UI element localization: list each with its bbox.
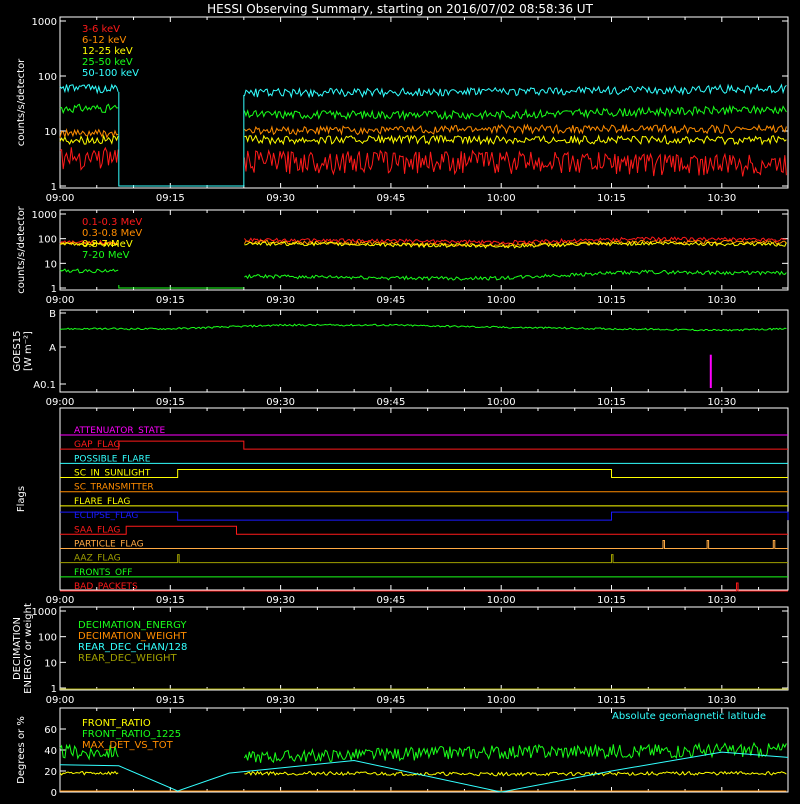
flag-label: BAD_PACKETS <box>74 582 138 592</box>
y-tick-label: 60 <box>44 725 57 736</box>
x-tick-label: 10:15 <box>597 397 626 408</box>
flag-label: SC_TRANSMITTER <box>74 483 154 493</box>
flag-label: FRONTS_OFF <box>74 568 132 578</box>
y-tick-label: 40 <box>44 746 57 757</box>
x-tick-label: 10:15 <box>597 695 626 706</box>
legend-entry: REAR_DEC_CHAN/128 <box>78 642 187 653</box>
flag-label: SAA_FLAG <box>74 525 120 535</box>
x-tick-label: 09:00 <box>46 295 75 306</box>
x-tick-label: 09:15 <box>156 193 185 204</box>
y-axis-label-secondary: [W m⁻²] <box>23 331 34 371</box>
flag-label: GAP_FLAG <box>74 440 120 450</box>
x-tick-label: 09:45 <box>376 295 405 306</box>
legend-entry: 0.8-7 MeV <box>82 239 133 250</box>
x-tick-label: 09:45 <box>376 695 405 706</box>
flag-label: FLARE_FLAG <box>74 497 130 507</box>
flag-label: PARTICLE_FLAG <box>74 539 144 549</box>
legend-entry: 25-50 keV <box>82 57 133 68</box>
x-tick-label: 10:00 <box>487 695 516 706</box>
x-tick-label: 09:00 <box>46 695 75 706</box>
flag-label: SC_IN_SUNLIGHT <box>74 469 151 479</box>
x-tick-label: 10:30 <box>707 193 736 204</box>
y-tick-label: B <box>49 309 56 320</box>
y-axis-label: Flags <box>16 486 27 512</box>
x-tick-label: 10:30 <box>707 397 736 408</box>
y-axis-label: DECIMATION <box>12 617 23 680</box>
y-axis-label: Degrees or % <box>16 716 27 784</box>
figure-title: HESSI Observing Summary, starting on 201… <box>207 2 593 16</box>
x-tick-label: 09:00 <box>46 193 75 204</box>
y-tick-label: A <box>49 343 56 354</box>
flag-label: POSSIBLE_FLARE <box>74 454 151 464</box>
x-tick-label: 09:30 <box>266 595 295 606</box>
legend-entry: 0.1-0.3 MeV <box>82 217 142 228</box>
x-tick-label: 10:00 <box>487 193 516 204</box>
x-tick-label: 10:30 <box>707 295 736 306</box>
legend-entry: 50-100 keV <box>82 68 139 79</box>
y-tick-label: 1000 <box>32 210 57 221</box>
legend-entry: DECIMATION_ENERGY <box>78 620 187 631</box>
y-tick-label: 1000 <box>32 17 57 28</box>
x-tick-label: 09:45 <box>376 595 405 606</box>
x-tick-label: 10:30 <box>707 595 736 606</box>
y-tick-label: 10 <box>44 127 57 138</box>
legend-entry: FRONT_RATIO_1225 <box>82 729 181 740</box>
y-axis-label: GOES15 <box>12 330 23 371</box>
legend-entry: FRONT_RATIO <box>82 718 151 729</box>
x-tick-label: 09:15 <box>156 295 185 306</box>
x-tick-label: 10:15 <box>597 595 626 606</box>
y-tick-label: 10 <box>44 259 57 270</box>
summary-chart-svg: HESSI Observing Summary, starting on 201… <box>0 0 800 800</box>
y-axis-label: counts/s/detector <box>16 58 27 146</box>
annotation-geomagnetic-latitude: Absolute geomagnetic latitude <box>612 711 766 722</box>
x-tick-label: 10:00 <box>487 397 516 408</box>
y-tick-label: 100 <box>38 72 57 83</box>
x-tick-label: 09:45 <box>376 397 405 408</box>
x-tick-label: 09:15 <box>156 695 185 706</box>
x-tick-label: 10:15 <box>597 295 626 306</box>
x-tick-label: 09:15 <box>156 397 185 408</box>
legend-entry: MAX_DET_VS_TOT <box>82 740 174 751</box>
y-tick-label: 10 <box>44 658 57 669</box>
legend-entry: REAR_DEC_WEIGHT <box>78 653 177 664</box>
y-tick-label: 1 <box>51 684 57 695</box>
y-tick-label: 0 <box>51 788 57 799</box>
x-tick-label: 10:00 <box>487 595 516 606</box>
y-tick-label: 1 <box>51 182 57 193</box>
x-tick-label: 09:45 <box>376 193 405 204</box>
x-tick-label: 09:30 <box>266 695 295 706</box>
x-tick-label: 10:30 <box>707 695 736 706</box>
x-tick-label: 09:30 <box>266 397 295 408</box>
legend-entry: DECIMATION_WEIGHT <box>78 631 187 642</box>
y-tick-label: 100 <box>38 235 57 246</box>
x-tick-label: 10:00 <box>487 295 516 306</box>
legend-entry: 6-12 keV <box>82 35 126 46</box>
y-tick-label: A0.1 <box>33 380 56 391</box>
flag-label: ATTENUATOR_STATE <box>74 426 166 436</box>
legend-entry: 0.3-0.8 MeV <box>82 228 142 239</box>
legend-entry: 7-20 MeV <box>82 250 130 261</box>
flag-label: ECLIPSE_FLAG <box>74 511 138 521</box>
x-tick-label: 09:30 <box>266 193 295 204</box>
y-tick-label: 20 <box>44 767 57 778</box>
x-tick-label: 09:00 <box>46 595 75 606</box>
legend-entry: 12-25 keV <box>82 46 133 57</box>
y-tick-label: 1 <box>51 284 57 295</box>
x-tick-label: 10:15 <box>597 193 626 204</box>
y-tick-label: 100 <box>38 633 57 644</box>
flag-label: AAZ_FLAG <box>74 554 121 564</box>
legend-entry: 3-6 keV <box>82 24 120 35</box>
x-tick-label: 09:30 <box>266 295 295 306</box>
y-tick-label: 1000 <box>32 607 57 618</box>
x-tick-label: 09:00 <box>46 397 75 408</box>
x-tick-label: 09:15 <box>156 595 185 606</box>
observing-summary-figure: HESSI Observing Summary, starting on 201… <box>0 0 800 800</box>
y-axis-label: counts/s/detector <box>16 205 27 293</box>
